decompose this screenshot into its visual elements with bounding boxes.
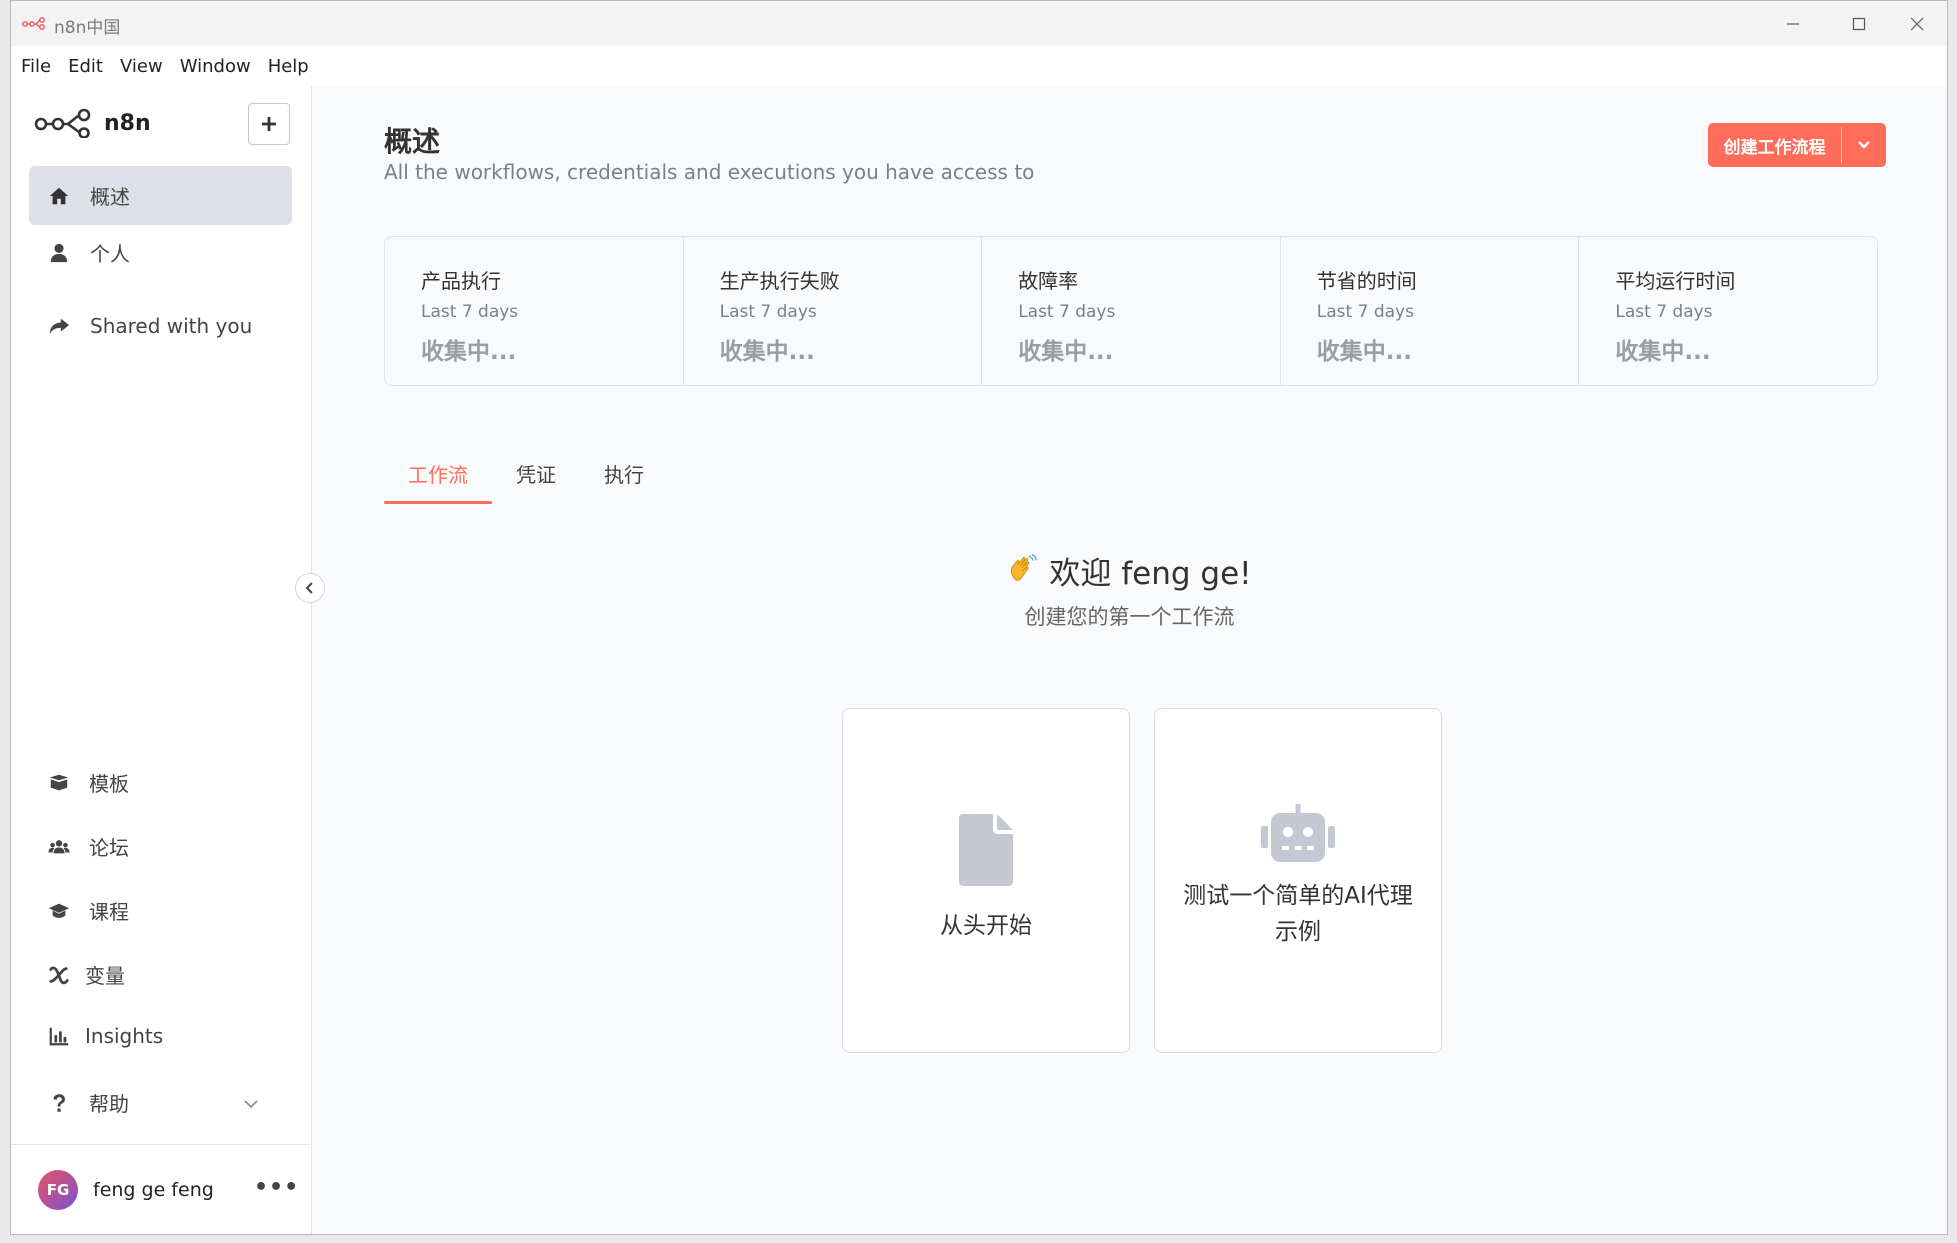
robot-icon: [1261, 804, 1335, 866]
maximize-button[interactable]: [1831, 1, 1887, 46]
card-label: 测试一个简单的AI代理示例: [1183, 883, 1413, 945]
avatar[interactable]: FG: [38, 1170, 78, 1210]
sidebar-item-label: 模板: [89, 772, 129, 796]
page-title: 概述: [384, 125, 441, 158]
user-name: feng ge feng: [93, 1179, 214, 1201]
sidebar-item-templates[interactable]: 模板: [47, 768, 129, 797]
card-label: 从头开始: [940, 913, 1032, 939]
stat-card[interactable]: 产品执行 Last 7 days 收集中...: [385, 237, 684, 385]
stat-title: 故障率: [1018, 269, 1079, 293]
ai-agent-example-card[interactable]: 测试一个简单的AI代理示例: [1154, 708, 1442, 1053]
create-dropdown-button[interactable]: [1842, 123, 1886, 167]
sidebar-item-label: 概述: [90, 185, 130, 209]
sidebar-item-shared[interactable]: Shared with you: [29, 296, 292, 355]
plus-icon: [262, 117, 276, 131]
stat-period: Last 7 days: [1018, 302, 1116, 322]
tab-credentials[interactable]: 凭证: [516, 459, 556, 504]
minimize-icon: [1787, 22, 1799, 25]
stat-card[interactable]: 节省的时间 Last 7 days 收集中...: [1281, 237, 1580, 385]
stat-title: 产品执行: [421, 269, 501, 293]
user-icon: [47, 241, 71, 265]
stat-card[interactable]: 故障率 Last 7 days 收集中...: [982, 237, 1281, 385]
stat-title: 节省的时间: [1316, 269, 1417, 293]
user-bar: FG feng ge feng •••: [11, 1144, 311, 1234]
add-button[interactable]: [248, 103, 290, 145]
chevron-down-icon: [1858, 141, 1870, 149]
sidebar-item-label: 变量: [85, 964, 125, 988]
sidebar-item-variables[interactable]: 变量: [47, 960, 125, 989]
stat-period: Last 7 days: [1316, 302, 1414, 322]
stat-value: 收集中...: [1316, 339, 1412, 365]
tab-workflows[interactable]: 工作流: [384, 459, 492, 504]
waving-hand-icon: [1007, 552, 1039, 592]
menu-help[interactable]: Help: [268, 56, 309, 77]
sidebar-item-courses[interactable]: 课程: [47, 896, 129, 925]
sidebar-item-label: 论坛: [89, 836, 129, 860]
file-icon: [959, 814, 1013, 890]
n8n-logo[interactable]: n8n: [34, 108, 151, 138]
create-workflow-label[interactable]: 创建工作流程: [1708, 123, 1841, 167]
app-window: n8n中国 File Edit View Window Help n8n 概述 …: [10, 0, 1948, 1235]
menu-edit[interactable]: Edit: [68, 56, 103, 77]
stat-title: 平均运行时间: [1615, 269, 1736, 293]
share-icon: [47, 314, 71, 338]
sidebar-item-label: Insights: [85, 1024, 164, 1048]
sidebar-item-personal[interactable]: 个人: [29, 223, 292, 282]
sidebar-item-insights[interactable]: Insights: [47, 1024, 163, 1048]
stat-value: 收集中...: [1018, 339, 1114, 365]
page-subtitle: All the workflows, credentials and execu…: [384, 160, 1035, 184]
sidebar-item-overview[interactable]: 概述: [29, 166, 292, 225]
stat-value: 收集中...: [421, 339, 517, 365]
n8n-logo-icon: [34, 108, 91, 138]
welcome-text: 欢迎 feng ge!: [1049, 556, 1252, 592]
sidebar-item-label: Shared with you: [90, 313, 253, 338]
stat-value: 收集中...: [1615, 339, 1711, 365]
sidebar: n8n 概述 个人 Shared with you 模板 论坛 课程 变量 In…: [11, 86, 312, 1234]
app-logo-icon: [22, 17, 45, 30]
menu-view[interactable]: View: [120, 56, 163, 77]
start-from-scratch-card[interactable]: 从头开始: [842, 708, 1130, 1053]
tab-bar: 工作流 凭证 执行: [384, 459, 692, 504]
sidebar-item-label: 帮助: [89, 1092, 129, 1116]
stat-title: 生产执行失败: [719, 269, 840, 293]
more-options-button[interactable]: •••: [254, 1175, 299, 1200]
tab-executions[interactable]: 执行: [604, 459, 644, 504]
close-icon: [1910, 17, 1924, 30]
home-icon: [47, 184, 71, 208]
variable-icon: [47, 963, 71, 987]
stat-card[interactable]: 平均运行时间 Last 7 days 收集中...: [1579, 237, 1877, 385]
sidebar-item-forum[interactable]: 论坛: [47, 832, 129, 861]
main-content: 概述 All the workflows, credentials and ex…: [312, 86, 1947, 1234]
close-button[interactable]: [1889, 1, 1945, 46]
stat-value: 收集中...: [719, 339, 815, 365]
minimize-button[interactable]: [1765, 1, 1821, 46]
welcome-subtitle: 创建您的第一个工作流: [1024, 605, 1235, 629]
stat-period: Last 7 days: [421, 302, 519, 322]
stat-card[interactable]: 生产执行失败 Last 7 days 收集中...: [684, 237, 983, 385]
logo-text: n8n: [104, 110, 151, 136]
menu-window[interactable]: Window: [180, 56, 251, 77]
templates-icon: [47, 771, 71, 795]
create-workflow-button: 创建工作流程: [1708, 123, 1886, 167]
title-bar[interactable]: n8n中国: [11, 1, 1947, 46]
sidebar-item-label: 个人: [90, 242, 130, 266]
chart-icon: [47, 1024, 71, 1048]
menu-file[interactable]: File: [21, 56, 51, 77]
stat-period: Last 7 days: [719, 302, 817, 322]
chevron-left-icon: [305, 582, 313, 594]
stat-period: Last 7 days: [1615, 302, 1713, 322]
button-divider: [1841, 127, 1842, 163]
graduation-cap-icon: [47, 899, 71, 923]
stats-panel: 产品执行 Last 7 days 收集中... 生产执行失败 Last 7 da…: [384, 236, 1878, 386]
users-icon: [47, 835, 71, 859]
window-title: n8n中国: [54, 18, 121, 38]
menu-bar: File Edit View Window Help: [11, 46, 1947, 86]
welcome-heading: 欢迎 feng ge!: [312, 548, 1947, 593]
maximize-icon: [1852, 17, 1866, 30]
collapse-sidebar-button[interactable]: [295, 573, 325, 603]
sidebar-item-help[interactable]: 帮助: [47, 1088, 129, 1117]
question-icon: [47, 1091, 71, 1115]
sidebar-item-label: 课程: [89, 900, 129, 924]
chevron-down-icon[interactable]: [243, 1098, 259, 1110]
